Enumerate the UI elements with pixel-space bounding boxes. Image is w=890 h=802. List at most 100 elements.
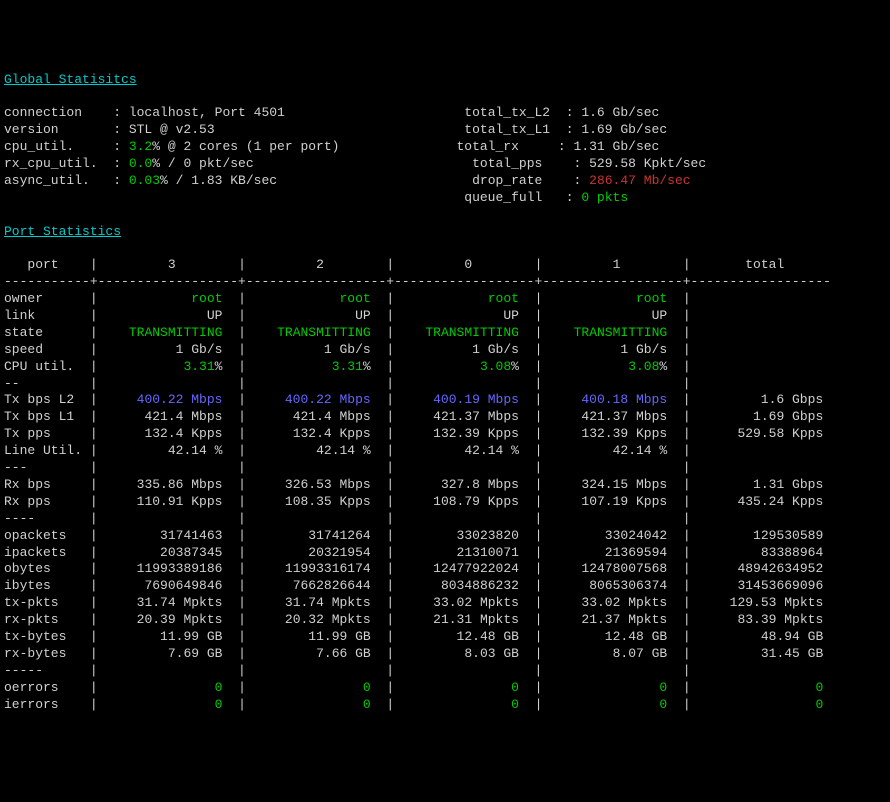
ipkts-0: 21310071 (394, 545, 534, 560)
speed-0: 1 Gb/s (394, 342, 534, 357)
async-util-label: async_util. : (4, 173, 129, 188)
ibytes-label: ibytes (4, 578, 90, 593)
rxpkts-1: 21.37 Mpkts (542, 612, 682, 627)
state-label: state (4, 325, 90, 340)
tx-pkts-label: tx-pkts (4, 595, 90, 610)
lineu-0: 42.14 % (394, 443, 534, 458)
divider-row: -- | | | | | (4, 376, 839, 391)
oerr-1: 0 (542, 680, 682, 695)
tx-pps-label: Tx pps (4, 426, 90, 441)
total-rx-value: 1.31 Gb/sec (574, 139, 660, 154)
link-label: link (4, 308, 90, 323)
speed-2: 1 Gb/s (246, 342, 386, 357)
async-util-suffix: % / 1.83 KB/sec (160, 173, 277, 188)
cpu-1: 3.08 (542, 359, 659, 374)
owner-0: root (394, 291, 534, 306)
txbytes-3: 11.99 GB (98, 629, 238, 644)
owner-2: root (246, 291, 386, 306)
obytes-total: 48942634952 (691, 561, 831, 576)
owner-total (691, 291, 839, 306)
txpkts-3: 31.74 Mpkts (98, 595, 238, 610)
tx-bytes-label: tx-bytes (4, 629, 90, 644)
speed-total (691, 342, 839, 357)
rx-bytes-label: rx-bytes (4, 646, 90, 661)
version-value: STL @ v2.53 (129, 122, 215, 137)
opkts-0: 33023820 (394, 528, 534, 543)
ipkts-total: 83388964 (691, 545, 831, 560)
cpu-3: 3.31 (98, 359, 215, 374)
ibytes-0: 8034886232 (394, 578, 534, 593)
txbytes-0: 12.48 GB (394, 629, 534, 644)
divider-row: ---- | | | | | (4, 511, 839, 526)
rxpkts-total: 83.39 Mpkts (691, 612, 831, 627)
state-1: TRANSMITTING (542, 325, 682, 340)
pct-3: % (215, 359, 238, 374)
ibytes-total: 31453669096 (691, 578, 831, 593)
rx-cpu-util-suffix: % / 0 pkt/sec (152, 156, 253, 171)
txpkts-1: 33.02 Mpkts (542, 595, 682, 610)
total-tx-l2-label: total_tx_L2 : (464, 105, 581, 120)
txbytes-1: 12.48 GB (542, 629, 682, 644)
total-tx-l1-value: 1.69 Gb/sec (581, 122, 667, 137)
opkts-3: 31741463 (98, 528, 238, 543)
txl1-total: 1.69 Gbps (691, 409, 831, 424)
divider-row: --- | | | | | (4, 460, 839, 475)
state-2: TRANSMITTING (246, 325, 386, 340)
obytes-3: 11993389186 (98, 561, 238, 576)
oerr-total: 0 (691, 680, 831, 695)
owner-label: owner (4, 291, 90, 306)
pct-1: % (659, 359, 682, 374)
ipkts-1: 21369594 (542, 545, 682, 560)
drop-rate-label: drop_rate : (472, 173, 589, 188)
total-tx-l1-label: total_tx_L1 : (464, 122, 581, 137)
rxpps-1: 107.19 Kpps (542, 494, 682, 509)
obytes-1: 12478007568 (542, 561, 682, 576)
state-3: TRANSMITTING (98, 325, 238, 340)
cpu-total (691, 359, 839, 374)
global-stats-header: Global Statisitcs (4, 72, 137, 87)
speed-label: speed (4, 342, 90, 357)
link-3: UP (98, 308, 238, 323)
rxbytes-0: 8.03 GB (394, 646, 534, 661)
rx-cpu-util-label: rx_cpu_util. : (4, 156, 129, 171)
rxpps-0: 108.79 Kpps (394, 494, 534, 509)
txpps-1: 132.39 Kpps (542, 426, 682, 441)
total-tx-l2-value: 1.6 Gb/sec (581, 105, 659, 120)
port-stats-header: Port Statistics (4, 224, 121, 239)
oerr-3: 0 (98, 680, 238, 695)
connection-label: connection : (4, 105, 129, 120)
oerrors-label: oerrors (4, 680, 90, 695)
total-pps-label: total_pps : (472, 156, 589, 171)
rxbytes-1: 8.07 GB (542, 646, 682, 661)
txl2-2: 400.22 Mbps (246, 392, 371, 407)
rxbps-3: 335.86 Mbps (98, 477, 238, 492)
speed-1: 1 Gb/s (542, 342, 682, 357)
ipkts-3: 20387345 (98, 545, 238, 560)
txl1-3: 421.4 Mbps (98, 409, 238, 424)
tx-bps-l2-label: Tx bps L2 (4, 392, 90, 407)
rx-pkts-label: rx-pkts (4, 612, 90, 627)
rxpkts-2: 20.32 Mpkts (246, 612, 386, 627)
divider-row: -----------+------------------+---------… (4, 274, 839, 289)
col-2: 2 (246, 257, 386, 272)
lineu-total (691, 443, 839, 458)
divider-row: ----- | | | | | (4, 663, 839, 678)
oerr-2: 0 (246, 680, 386, 695)
rxbps-2: 326.53 Mbps (246, 477, 386, 492)
txl2-total: 1.6 Gbps (691, 392, 831, 407)
rxbps-total: 1.31 Gbps (691, 477, 831, 492)
obytes-label: obytes (4, 561, 90, 576)
txbytes-2: 11.99 GB (246, 629, 386, 644)
txl2-1: 400.18 Mbps (542, 392, 667, 407)
lineu-3: 42.14 % (98, 443, 238, 458)
total-pps-value: 529.58 Kpkt/sec (589, 156, 706, 171)
rxbps-0: 327.8 Mbps (394, 477, 534, 492)
txpps-total: 529.58 Kpps (691, 426, 831, 441)
cpu-util-suffix: % @ 2 cores (1 per port) (152, 139, 339, 154)
txl1-2: 421.4 Mbps (246, 409, 386, 424)
ibytes-2: 7662826644 (246, 578, 386, 593)
queue-full-value: 0 pkts (581, 190, 628, 205)
txl1-0: 421.37 Mbps (394, 409, 534, 424)
rxpkts-0: 21.31 Mpkts (394, 612, 534, 627)
txpkts-total: 129.53 Mpkts (691, 595, 831, 610)
